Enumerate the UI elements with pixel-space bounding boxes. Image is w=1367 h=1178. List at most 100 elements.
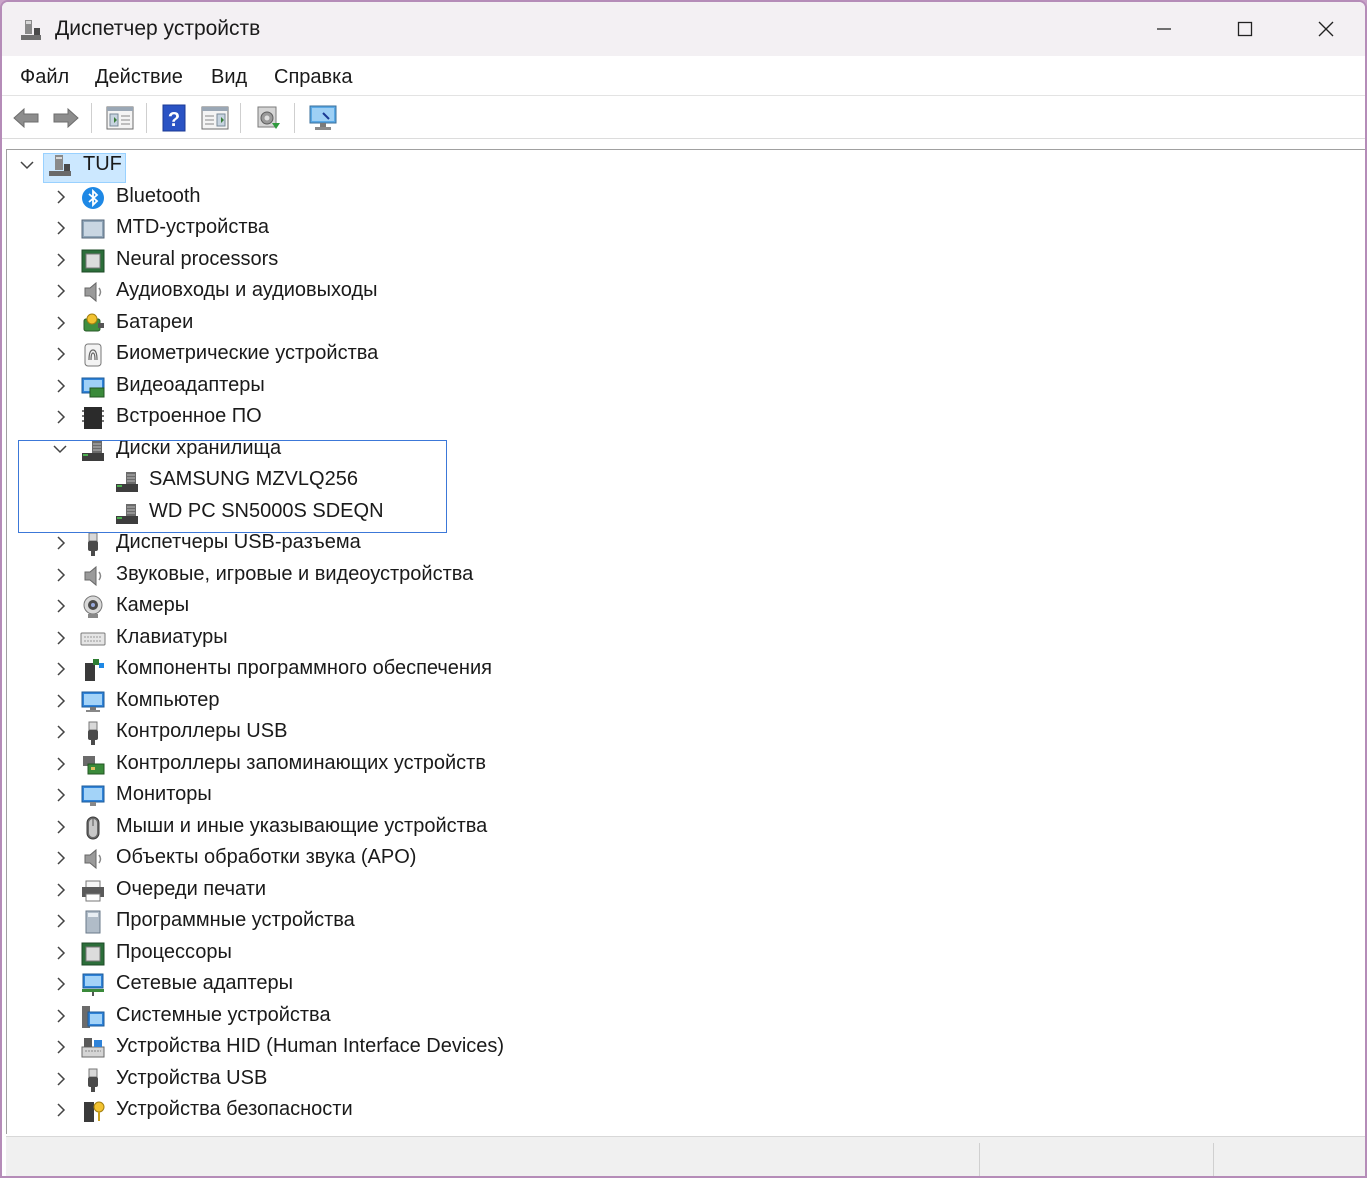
tree-category-row[interactable]: Устройства безопасности [7,1095,707,1126]
chevron-right-icon[interactable] [51,660,69,678]
tree-category-row[interactable]: Контроллеры USB [7,717,707,748]
fingerprint-icon [84,343,102,367]
computer-network-icon [49,155,71,176]
toolbar-separator [294,103,295,133]
chevron-right-icon[interactable] [51,597,69,615]
tree-category-label: Биометрические устройства [116,342,379,364]
tree-category-label: MTD-устройства [116,216,270,238]
chevron-right-icon[interactable] [51,629,69,647]
chevron-right-icon[interactable] [51,251,69,269]
tree-category-row[interactable]: Аудиовходы и аудиовыходы [7,276,707,307]
toolbar-separator [91,103,92,133]
maximize-button[interactable] [1204,2,1286,56]
tree-category-row[interactable]: Системные устройства [7,1001,707,1032]
close-button[interactable] [1285,2,1365,56]
tree-category-row[interactable]: Процессоры [7,938,707,969]
chevron-right-icon[interactable] [51,723,69,741]
tree-category-row[interactable]: Компьютер [7,686,707,717]
mouse-icon [86,816,100,840]
chevron-right-icon[interactable] [51,345,69,363]
hid-icon [81,1038,105,1058]
toolbar: ? [2,97,1365,139]
chevron-right-icon[interactable] [51,912,69,930]
chevron-right-icon[interactable] [51,377,69,395]
usb-connector-icon [88,1068,98,1092]
update-driver-icon[interactable] [252,103,284,133]
chevron-right-icon[interactable] [51,1007,69,1025]
tree-category-row[interactable]: Встроенное ПО [7,402,707,433]
tree-category-row[interactable]: Звуковые, игровые и видеоустройства [7,560,707,591]
chevron-right-icon[interactable] [51,1038,69,1056]
chevron-right-icon[interactable] [51,755,69,773]
tree-category-row[interactable]: Bluetooth [7,182,707,213]
chevron-right-icon[interactable] [51,692,69,710]
chevron-right-icon[interactable] [51,975,69,993]
tree-category-row[interactable]: Neural processors [7,245,707,276]
chevron-right-icon[interactable] [51,219,69,237]
menu-help[interactable]: Справка [274,66,352,89]
scan-hardware-icon[interactable] [307,103,339,133]
chevron-right-icon[interactable] [51,534,69,552]
tree-category-label: Встроенное ПО [116,405,262,427]
chevron-right-icon[interactable] [51,944,69,962]
chevron-right-icon[interactable] [51,408,69,426]
chevron-right-icon[interactable] [51,1070,69,1088]
properties-icon[interactable] [104,103,136,133]
menu-action[interactable]: Действие [95,66,183,89]
chevron-right-icon[interactable] [51,818,69,836]
chevron-right-icon[interactable] [51,566,69,584]
tree-category-label: Сетевые адаптеры [116,972,293,994]
tree-category-row[interactable]: MTD-устройства [7,213,707,244]
tree-category-label: Контроллеры запоминающих устройств [116,752,486,774]
tree-category-row[interactable]: Контроллеры запоминающих устройств [7,749,707,780]
tree-category-label: Камеры [116,594,190,616]
status-bar-separator [979,1143,980,1176]
display-adapter-icon [81,377,105,398]
tree-category-row[interactable]: Батареи [7,308,707,339]
chevron-right-icon[interactable] [51,881,69,899]
tree-category-row[interactable]: Видеоадаптеры [7,371,707,402]
tree-category-row[interactable]: Устройства HID (Human Interface Devices) [7,1032,707,1063]
tree-category-row[interactable]: Мыши и иные указывающие устройства [7,812,707,843]
window-title: Диспетчер устройств [55,17,261,40]
tree-category-label: Системные устройства [116,1004,331,1026]
tree-category-row[interactable]: Компоненты программного обеспечения [7,654,707,685]
tree-category-row[interactable]: Биометрические устройства [7,339,707,370]
chevron-right-icon[interactable] [51,1101,69,1119]
chevron-down-icon[interactable] [18,156,36,174]
status-bar [6,1136,1365,1176]
view-icon[interactable] [199,103,231,133]
tree-category-row[interactable]: Объекты обработки звука (APO) [7,843,707,874]
chevron-right-icon[interactable] [51,188,69,206]
tree-category-row[interactable]: Устройства USB [7,1064,707,1095]
chevron-right-icon[interactable] [51,849,69,867]
mtd-icon [81,219,105,239]
tree-category-label: Мыши и иные указывающие устройства [116,815,488,837]
tree-category-row[interactable]: Сетевые адаптеры [7,969,707,1000]
menu-view[interactable]: Вид [211,66,247,89]
help-icon[interactable]: ? [158,103,190,133]
chevron-right-icon[interactable] [51,314,69,332]
security-device-icon [84,1101,105,1122]
minimize-icon [1157,28,1171,30]
menu-file[interactable]: Файл [20,66,69,89]
computer-icon [81,691,105,712]
tree-category-row[interactable]: Клавиатуры [7,623,707,654]
tree-category-label: Объекты обработки звука (APO) [116,846,417,868]
tree-category-label: Процессоры [116,941,232,963]
tree-root-label: TUF [83,153,122,175]
chevron-right-icon[interactable] [51,282,69,300]
chevron-right-icon[interactable] [51,786,69,804]
tree-category-row[interactable]: Камеры [7,591,707,622]
tree-category-row[interactable]: Программные устройства [7,906,707,937]
back-icon[interactable] [10,103,42,133]
title-bar[interactable]: Диспетчер устройств [2,2,1365,56]
tree-root-row[interactable]: TUF [7,150,707,183]
svg-text:?: ? [168,109,180,131]
forward-icon[interactable] [50,103,82,133]
minimize-button[interactable] [1123,2,1205,56]
close-icon [1318,21,1334,37]
tree-category-row[interactable]: Очереди печати [7,875,707,906]
device-tree[interactable]: TUF Bluetooth MTD-устройства Neural proces… [6,149,1365,1134]
tree-category-row[interactable]: Мониторы [7,780,707,811]
